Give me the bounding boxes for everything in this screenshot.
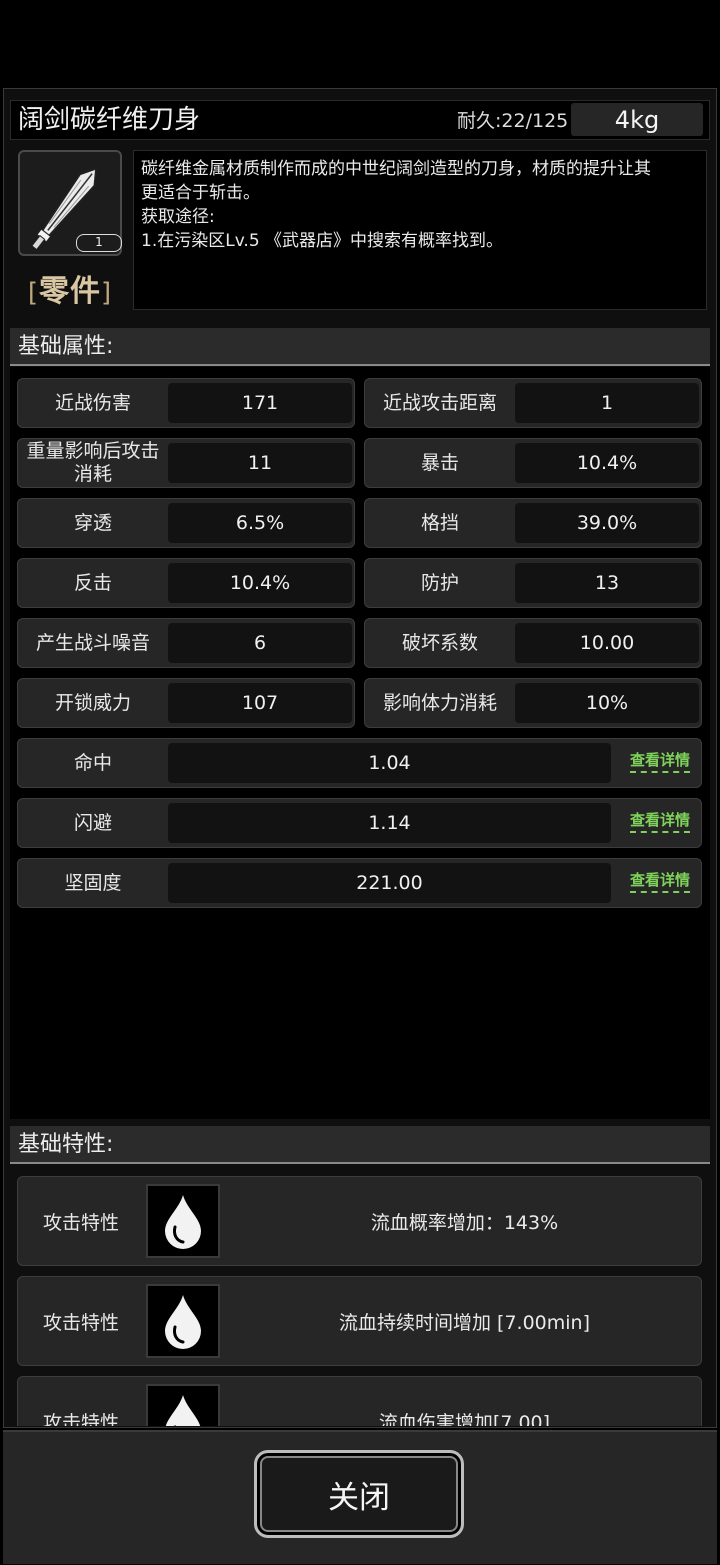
category-label: [零件]: [18, 266, 122, 310]
stat-value: 10%: [515, 683, 699, 723]
section-header-traits: 基础特性:: [10, 1126, 710, 1164]
stat-cell: 影响体力消耗 10%: [364, 678, 702, 728]
item-name: 阔剑碳纤维刀身: [18, 105, 201, 135]
stat-label: 近战伤害: [54, 391, 131, 414]
item-description: 碳纤维金属材质制作而成的中世纪阔剑造型的刀身，材质的提升让其 更适合于斩击。 获…: [133, 150, 707, 310]
trait-label: 攻击特性: [42, 1411, 119, 1427]
stat-label: 闪避: [73, 811, 112, 834]
stat-cell: 反击 10.4%: [17, 558, 355, 608]
close-button[interactable]: 关闭: [254, 1450, 464, 1538]
blood-drop-icon: [146, 1184, 220, 1258]
stat-label: 格挡: [420, 511, 459, 534]
stat-value: 171: [168, 383, 352, 423]
trait-row: 攻击特性 流血持续时间增加 [7.00min]: [17, 1276, 702, 1366]
wide-stat-hit: 命中 1.04 查看详情: [17, 738, 702, 788]
stat-label: 防护: [420, 571, 459, 594]
trait-description: 流血概率增加：143%: [370, 1211, 559, 1234]
stat-label: 命中: [73, 751, 112, 774]
stat-value: 39.0%: [515, 503, 699, 543]
wide-stat-sturdiness: 坚固度 221.00 查看详情: [17, 858, 702, 908]
stat-label: 坚固度: [64, 871, 122, 894]
durability-label: 耐久:22/125: [457, 110, 569, 132]
stat-value: 13: [515, 563, 699, 603]
trait-label: 攻击特性: [42, 1211, 119, 1234]
stat-value: 10.4%: [515, 443, 699, 483]
stat-cell: 破坏系数 10.00: [364, 618, 702, 668]
trait-label: 攻击特性: [42, 1311, 119, 1334]
category-bracket-close: ]: [101, 278, 113, 308]
description-line: 碳纤维金属材质制作而成的中世纪阔剑造型的刀身，材质的提升让其: [141, 159, 651, 179]
stat-label: 穿透: [73, 511, 112, 534]
trait-row: 攻击特性 流血概率增加：143%: [17, 1176, 702, 1266]
description-line: 1.在污染区Lv.5 《武器店》中搜索有概率找到。: [141, 231, 504, 251]
stat-label: 近战攻击距离: [382, 391, 497, 414]
stat-value: 221.00: [168, 863, 611, 903]
stat-label: 产生战斗噪音: [35, 631, 150, 654]
view-details-link[interactable]: 查看详情: [629, 870, 690, 893]
wide-stat-dodge: 闪避 1.14 查看详情: [17, 798, 702, 848]
stat-cell: 暴击 10.4%: [364, 438, 702, 488]
trait-row: 攻击特性 流血伤害增加[7.00]: [17, 1376, 702, 1426]
stat-value: 11: [168, 443, 352, 483]
view-details-link[interactable]: 查看详情: [629, 810, 690, 833]
trait-description: 流血持续时间增加 [7.00min]: [339, 1311, 590, 1334]
stat-label: 重量影响后攻击消耗: [26, 440, 160, 485]
stat-value: 10.00: [515, 623, 699, 663]
stat-value: 107: [168, 683, 352, 723]
stat-cell: 开锁威力 107: [17, 678, 355, 728]
stat-value: 6: [168, 623, 352, 663]
stat-cell: 产生战斗噪音 6: [17, 618, 355, 668]
stat-value: 10.4%: [168, 563, 352, 603]
stat-value: 1.04: [168, 743, 611, 783]
stat-label: 开锁威力: [54, 691, 131, 714]
stat-cell: 格挡 39.0%: [364, 498, 702, 548]
description-line: 更适合于斩击。: [141, 183, 260, 203]
stat-cell: 防护 13: [364, 558, 702, 608]
stat-label: 反击: [73, 571, 112, 594]
category-bracket-open: [: [27, 278, 39, 308]
description-line: 获取途径:: [141, 207, 215, 227]
blood-drop-icon: [146, 1284, 220, 1358]
stat-value: 1: [515, 383, 699, 423]
category-text: 零件: [39, 274, 101, 309]
item-count-badge: 1: [76, 234, 122, 252]
trait-description: 流血伤害增加[7.00]: [378, 1411, 551, 1427]
traits-list[interactable]: 攻击特性 流血概率增加：143% 攻击特性 流血持续时间增加 [7.00min]…: [10, 1166, 710, 1426]
stat-value: 6.5%: [168, 503, 352, 543]
stat-value: 1.14: [168, 803, 611, 843]
weight-value: 4kg: [614, 106, 660, 134]
stat-label: 破坏系数: [401, 631, 478, 654]
stat-cell: 穿透 6.5%: [17, 498, 355, 548]
section-header-attributes: 基础属性:: [10, 328, 710, 366]
weight-box: 4kg: [571, 103, 703, 136]
blood-drop-icon: [146, 1384, 220, 1426]
stat-cell: 近战伤害 171: [17, 378, 355, 428]
stat-label: 暴击: [420, 451, 459, 474]
stat-cell: 重量影响后攻击消耗 11: [17, 438, 355, 488]
view-details-link[interactable]: 查看详情: [629, 750, 690, 773]
stat-cell: 近战攻击距离 1: [364, 378, 702, 428]
stat-label: 影响体力消耗: [382, 691, 497, 714]
